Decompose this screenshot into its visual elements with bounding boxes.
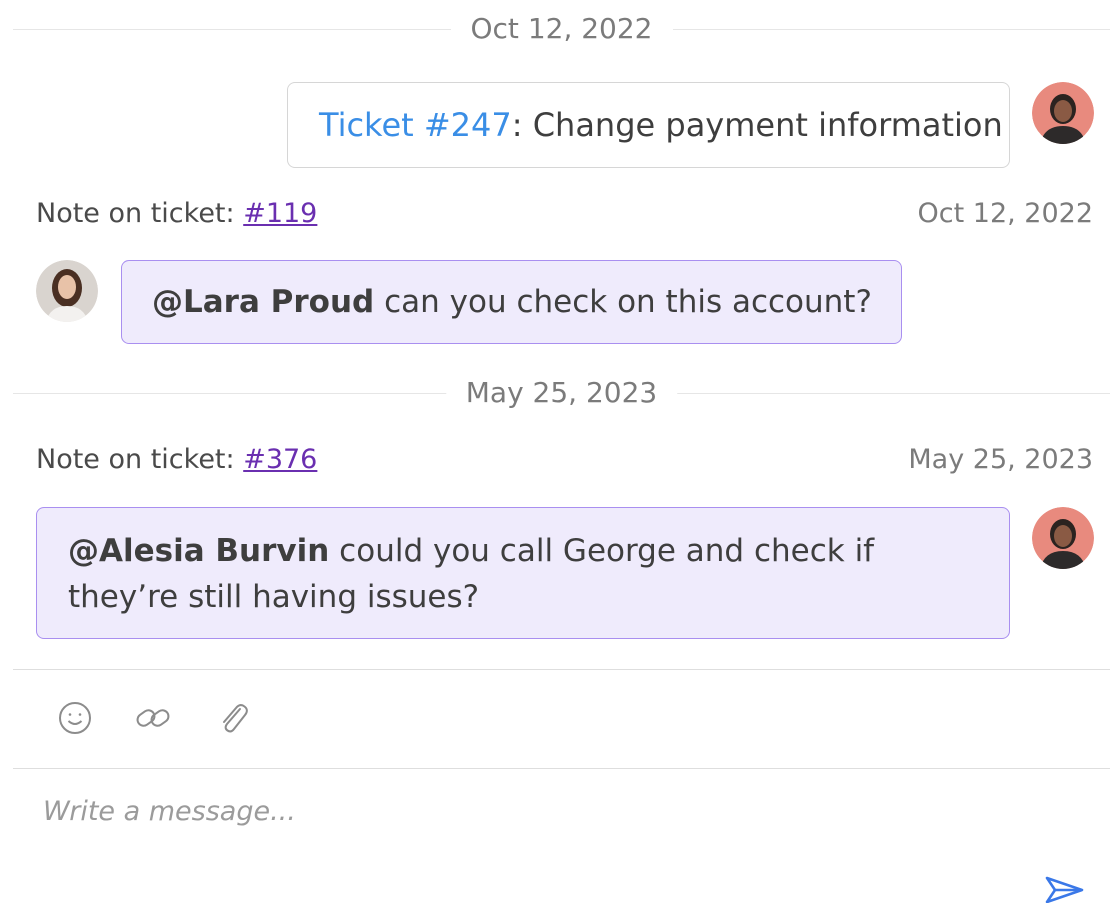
avatar[interactable] (1032, 507, 1094, 569)
composer-divider (13, 768, 1110, 769)
avatar-agent-icon (1032, 82, 1094, 144)
avatar-agent-icon (1032, 507, 1094, 569)
note-bubble: @Lara Proud can you check on this accoun… (121, 260, 902, 344)
send-icon (1045, 876, 1084, 903)
ticket-ref-link[interactable]: #119 (243, 198, 317, 229)
note-text: can you check on this account? (374, 284, 872, 320)
date-divider-label: Oct 12, 2022 (450, 13, 673, 45)
ticket-message-bubble: Ticket #247: Change payment information (287, 82, 1010, 168)
date-divider-label: May 25, 2023 (445, 377, 678, 409)
note-header-label: Note on ticket: (36, 198, 244, 229)
link-icon[interactable] (134, 699, 172, 737)
note-header: Note on ticket: #119 (36, 198, 317, 230)
avatar-user-icon (36, 260, 98, 322)
note-header: Note on ticket: #376 (36, 444, 317, 476)
note-header-label: Note on ticket: (36, 444, 244, 475)
mention[interactable]: @Alesia Burvin (68, 533, 329, 569)
smiley-icon[interactable] (56, 699, 94, 737)
note-date: May 25, 2023 (908, 444, 1093, 475)
paperclip-icon[interactable] (214, 699, 252, 737)
date-divider: May 25, 2023 (13, 377, 1110, 409)
chat-thread: Oct 12, 2022 Ticket #247: Change payment… (0, 0, 1110, 903)
send-button[interactable] (1042, 874, 1086, 903)
ticket-ref-link[interactable]: #376 (243, 444, 317, 475)
avatar[interactable] (1032, 82, 1094, 144)
mention[interactable]: @Lara Proud (152, 284, 374, 320)
note-date: Oct 12, 2022 (917, 198, 1094, 229)
avatar[interactable] (36, 260, 98, 322)
ticket-link[interactable]: Ticket #247 (319, 106, 512, 144)
note-bubble: @Alesia Burvin could you call George and… (36, 507, 1010, 639)
message-input[interactable] (28, 785, 1028, 837)
toolbar-divider (13, 669, 1110, 670)
date-divider: Oct 12, 2022 (13, 13, 1110, 45)
ticket-message-text: : Change payment information (511, 106, 1003, 144)
